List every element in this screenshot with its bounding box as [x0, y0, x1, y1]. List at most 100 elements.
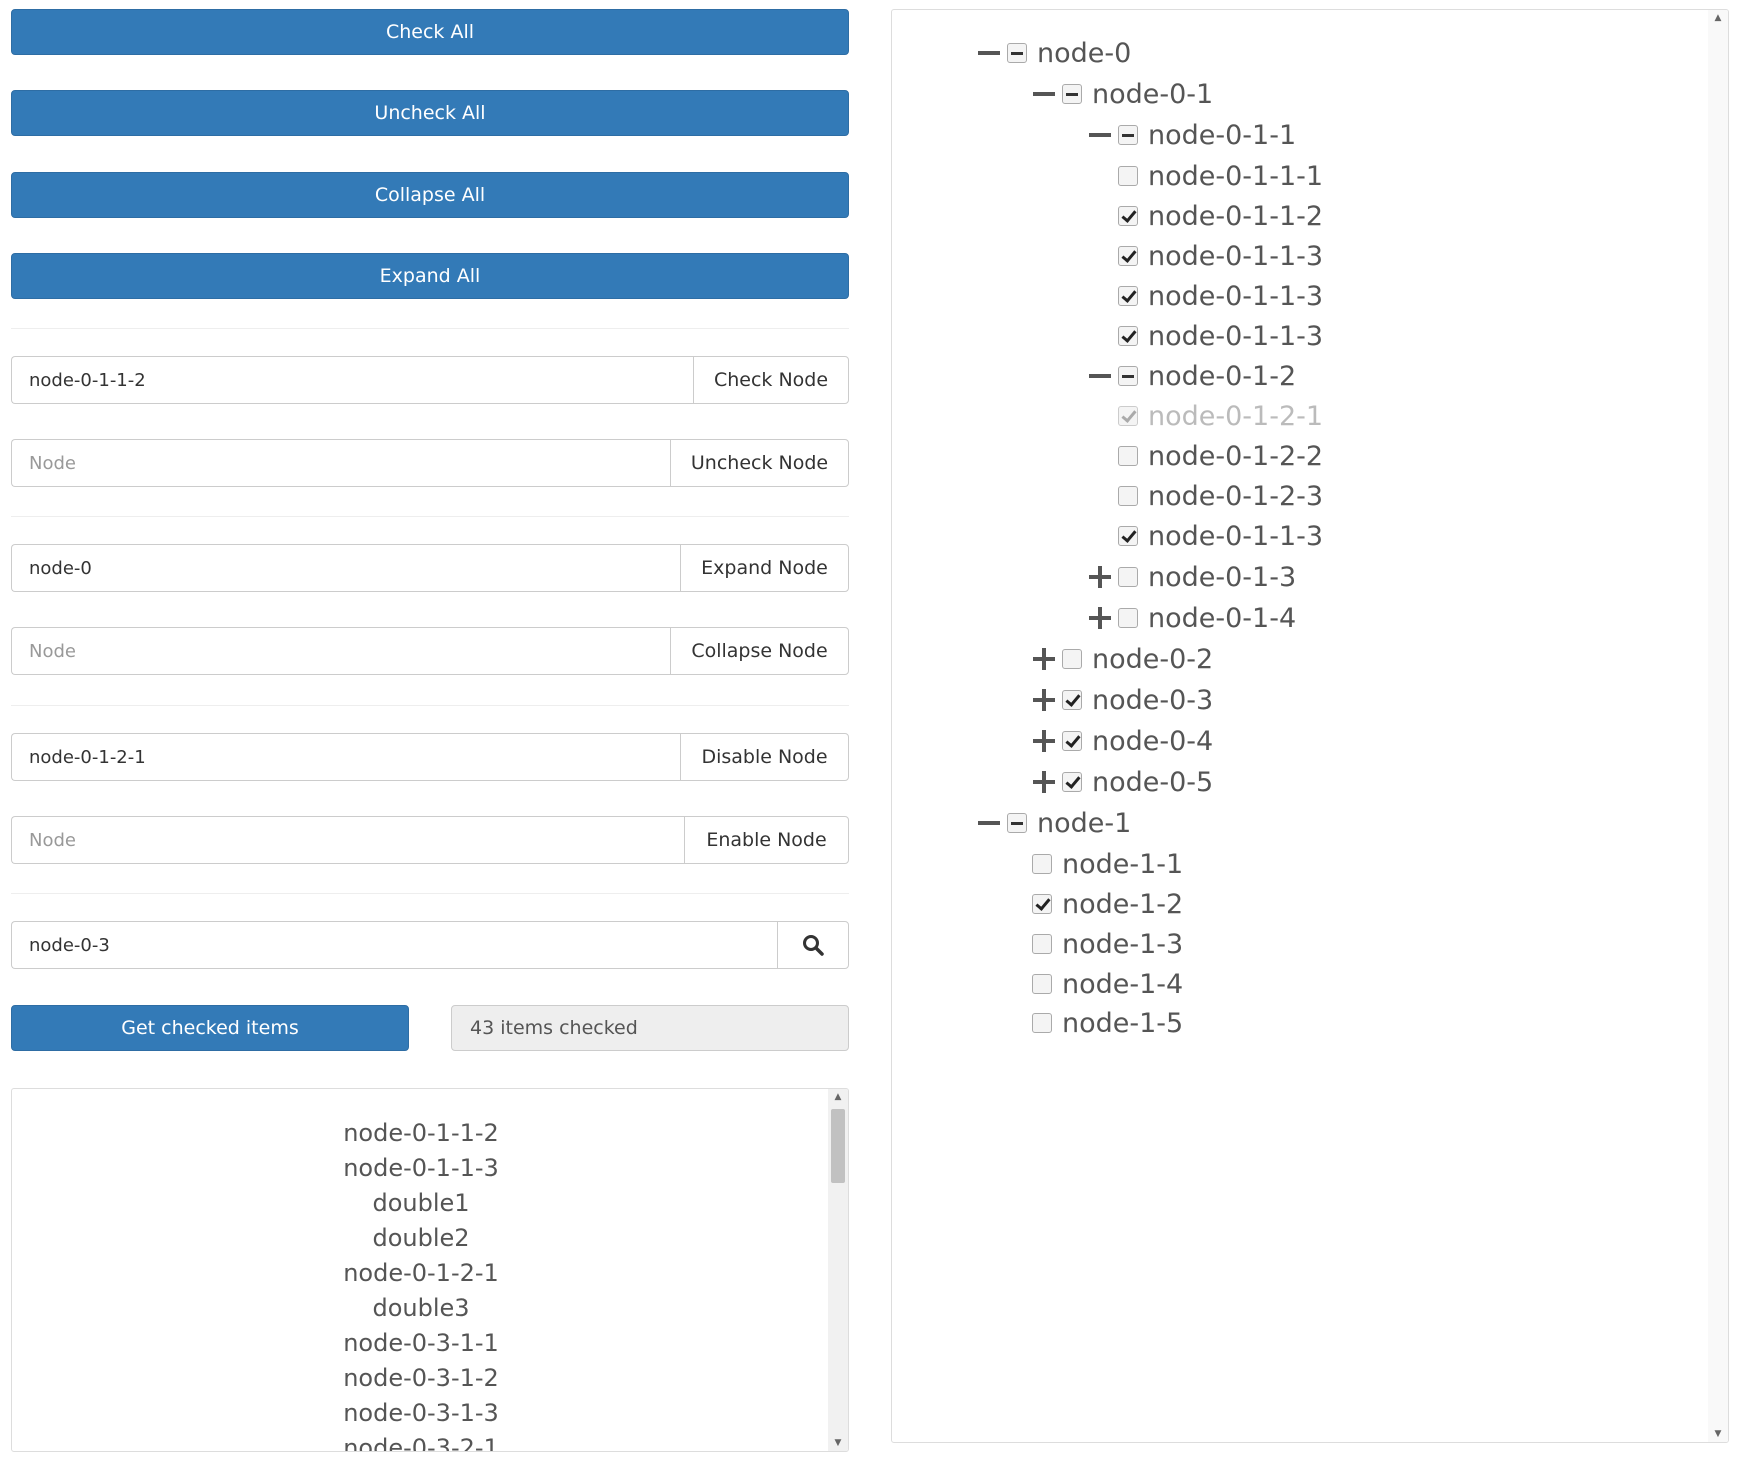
divider: [11, 328, 849, 329]
scrollbar-thumb[interactable]: [831, 1109, 845, 1183]
tree-node[interactable]: node-0-1-2-2: [1118, 436, 1323, 476]
collapse-icon[interactable]: [1088, 123, 1112, 147]
tree-node-checkbox[interactable]: [1062, 772, 1082, 792]
list-item: double3: [372, 1294, 470, 1322]
uncheck-node-button[interactable]: Uncheck Node: [670, 439, 849, 487]
list-item: node-0-1-2-1: [343, 1259, 499, 1287]
tree-node-checkbox[interactable]: [1032, 854, 1052, 874]
disable-node-button[interactable]: Disable Node: [680, 733, 849, 781]
tree-node[interactable]: node-0-2: [1032, 639, 1213, 679]
tree-node-checkbox[interactable]: [1118, 326, 1138, 346]
check-node-group: node-0-1-1-2 Check Node: [11, 356, 849, 404]
tree-node-label: node-0-3: [1092, 684, 1214, 716]
collapse-icon[interactable]: [1088, 364, 1112, 388]
enable-node-group: Node Enable Node: [11, 816, 849, 864]
tree-node-checkbox[interactable]: [1118, 608, 1138, 628]
tree-node[interactable]: node-1-2: [1032, 884, 1183, 924]
expand-icon[interactable]: [1088, 606, 1112, 630]
tree-node[interactable]: node-0-1-1: [1088, 115, 1296, 155]
search-group: node-0-3: [11, 921, 849, 969]
enable-node-input[interactable]: Node: [11, 816, 684, 864]
tree-node-checkbox[interactable]: [1118, 446, 1138, 466]
tree-node[interactable]: node-0-4: [1032, 721, 1213, 761]
tree-node-checkbox[interactable]: [1007, 813, 1027, 833]
tree-node-checkbox[interactable]: [1032, 894, 1052, 914]
tree-node-checkbox[interactable]: [1118, 206, 1138, 226]
tree-node-checkbox[interactable]: [1118, 486, 1138, 506]
check-node-button[interactable]: Check Node: [693, 356, 849, 404]
tree-node-checkbox[interactable]: [1032, 974, 1052, 994]
collapse-icon[interactable]: [1032, 82, 1056, 106]
tree-scrollbar[interactable]: ▲ ▼: [1708, 10, 1728, 1442]
collapse-node-group: Node Collapse Node: [11, 627, 849, 675]
tree-node[interactable]: node-0-3: [1032, 680, 1213, 720]
scroll-down-arrow-icon[interactable]: ▼: [1708, 1426, 1728, 1442]
tree-node[interactable]: node-0-1-4: [1088, 598, 1296, 638]
tree-node-checkbox[interactable]: [1118, 526, 1138, 546]
tree-node[interactable]: node-0-1-1-3: [1118, 516, 1323, 556]
tree-node-checkbox[interactable]: [1062, 84, 1082, 104]
tree-node-checkbox[interactable]: [1032, 1013, 1052, 1033]
tree-node-checkbox[interactable]: [1118, 246, 1138, 266]
tree-node[interactable]: node-0-5: [1032, 762, 1213, 802]
expand-all-button[interactable]: Expand All: [11, 253, 849, 299]
check-all-button[interactable]: Check All: [11, 9, 849, 55]
tree-node-checkbox[interactable]: [1062, 690, 1082, 710]
tree-node-checkbox[interactable]: [1118, 286, 1138, 306]
list-item: node-0-1-1-2: [343, 1119, 499, 1147]
tree-node-checkbox[interactable]: [1062, 649, 1082, 669]
expand-icon[interactable]: [1032, 688, 1056, 712]
disable-node-input[interactable]: node-0-1-2-1: [11, 733, 680, 781]
expand-node-input[interactable]: node-0: [11, 544, 680, 592]
tree-node-checkbox[interactable]: [1007, 43, 1027, 63]
tree-node[interactable]: node-0-1-1-2: [1118, 196, 1323, 236]
enable-node-button[interactable]: Enable Node: [684, 816, 849, 864]
tree-node[interactable]: node-0-1-1-3: [1118, 276, 1323, 316]
tree-node-label: node-0-5: [1092, 766, 1214, 798]
list-item: node-0-3-2-1: [343, 1434, 499, 1452]
expand-icon[interactable]: [1032, 647, 1056, 671]
tree-node[interactable]: node-0: [977, 33, 1131, 73]
tree-node[interactable]: node-0-1-2-3: [1118, 476, 1323, 516]
tree-node[interactable]: node-0-1-3: [1088, 557, 1296, 597]
expand-icon[interactable]: [1032, 729, 1056, 753]
search-button[interactable]: [777, 921, 849, 969]
scroll-up-arrow-icon[interactable]: ▲: [1708, 10, 1728, 26]
get-checked-items-button[interactable]: Get checked items: [11, 1005, 409, 1051]
tree-node[interactable]: node-1-4: [1032, 964, 1183, 1004]
expand-node-button[interactable]: Expand Node: [680, 544, 849, 592]
scroll-down-arrow-icon[interactable]: ▼: [828, 1435, 848, 1451]
tree-node-checkbox[interactable]: [1118, 567, 1138, 587]
expand-icon[interactable]: [1088, 565, 1112, 589]
tree-node-checkbox[interactable]: [1062, 731, 1082, 751]
collapse-node-input[interactable]: Node: [11, 627, 670, 675]
tree-node[interactable]: node-1-5: [1032, 1003, 1183, 1043]
checked-items-container: node-0-1-1-2 node-0-1-1-3 double1 double2 no…: [12, 1116, 830, 1452]
tree-node[interactable]: node-0-1-2-1: [1118, 396, 1323, 436]
expand-icon[interactable]: [1032, 770, 1056, 794]
uncheck-node-input[interactable]: Node: [11, 439, 670, 487]
checked-items-list[interactable]: node-0-1-1-2 node-0-1-1-3 double1 double2 no…: [11, 1088, 849, 1452]
tree-node-checkbox[interactable]: [1118, 166, 1138, 186]
tree-node[interactable]: node-1: [977, 803, 1131, 843]
tree-node-checkbox[interactable]: [1118, 366, 1138, 386]
tree-node[interactable]: node-0-1-1-3: [1118, 316, 1323, 356]
collapse-icon[interactable]: [977, 41, 1001, 65]
divider: [11, 705, 849, 706]
search-input[interactable]: node-0-3: [11, 921, 777, 969]
tree-node-checkbox[interactable]: [1118, 125, 1138, 145]
tree-node[interactable]: node-0-1-1-3: [1118, 236, 1323, 276]
tree-node[interactable]: node-0-1: [1032, 74, 1213, 114]
tree-node[interactable]: node-0-1-2: [1088, 356, 1296, 396]
tree-node[interactable]: node-1-1: [1032, 844, 1183, 884]
tree-node[interactable]: node-0-1-1-1: [1118, 156, 1323, 196]
collapse-all-button[interactable]: Collapse All: [11, 172, 849, 218]
tree-node-checkbox[interactable]: [1032, 934, 1052, 954]
uncheck-all-button[interactable]: Uncheck All: [11, 90, 849, 136]
scroll-up-arrow-icon[interactable]: ▲: [828, 1089, 848, 1105]
check-node-input[interactable]: node-0-1-1-2: [11, 356, 693, 404]
list-scrollbar[interactable]: ▲ ▼: [828, 1089, 848, 1451]
tree-node[interactable]: node-1-3: [1032, 924, 1183, 964]
collapse-icon[interactable]: [977, 811, 1001, 835]
collapse-node-button[interactable]: Collapse Node: [670, 627, 849, 675]
